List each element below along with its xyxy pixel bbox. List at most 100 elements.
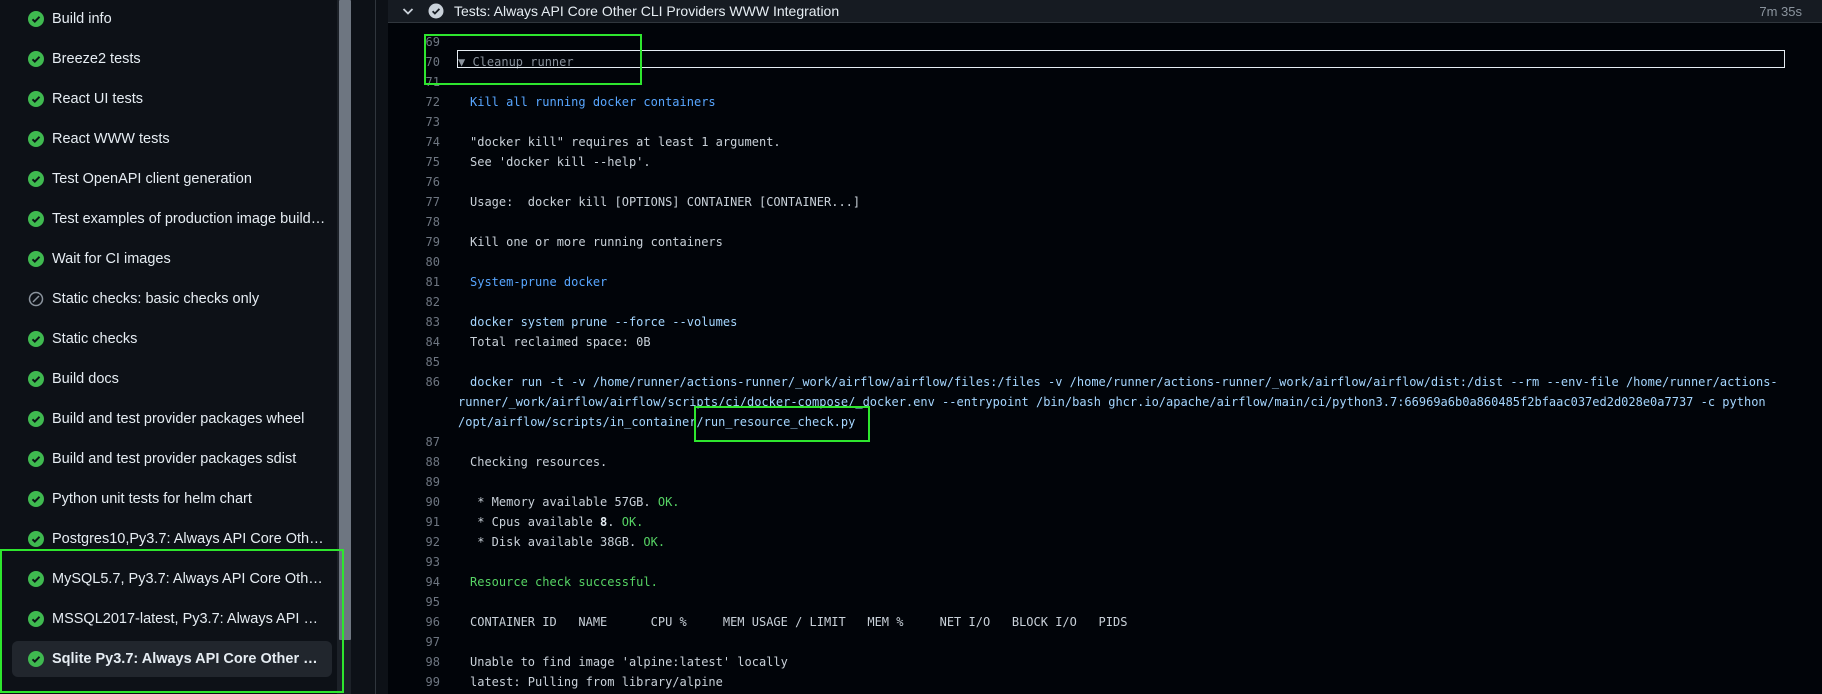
line-number[interactable]: 83: [388, 312, 440, 332]
sidebar-item-label: React UI tests: [52, 91, 144, 107]
sidebar-item-job[interactable]: React UI tests: [12, 81, 332, 117]
sidebar-item-job[interactable]: MSSQL2017-latest, Py3.7: Always API Core…: [12, 601, 332, 637]
line-number[interactable]: 88: [388, 452, 440, 472]
sidebar-item-job[interactable]: Python unit tests for helm chart: [12, 481, 332, 517]
log-text: Kill one or more running containers: [470, 235, 723, 249]
line-number[interactable]: 96: [388, 612, 440, 632]
log-line: 95: [388, 592, 1822, 612]
sidebar-scroll-thumb[interactable]: [339, 0, 351, 640]
check-circle-icon: [28, 11, 44, 27]
line-number[interactable]: 92: [388, 532, 440, 552]
line-number[interactable]: 69: [388, 32, 440, 52]
log-line: 83 docker system prune --force --volumes: [388, 312, 1822, 332]
line-number[interactable]: 86: [388, 372, 440, 392]
step-title: Tests: Always API Core Other CLI Provide…: [454, 3, 840, 19]
line-number[interactable]: 89: [388, 472, 440, 492]
log-text: Unable to find image 'alpine:latest' loc…: [470, 655, 788, 669]
check-circle-icon: [428, 3, 444, 19]
line-number[interactable]: 76: [388, 172, 440, 192]
check-circle-icon: [28, 91, 44, 107]
line-number[interactable]: 80: [388, 252, 440, 272]
sidebar-item-job[interactable]: Test examples of production image buildi…: [12, 201, 332, 237]
sidebar-item-job[interactable]: Wait for CI images: [12, 241, 332, 277]
line-number[interactable]: 94: [388, 572, 440, 592]
sidebar-item-job[interactable]: Static checks: basic checks only: [12, 281, 332, 317]
line-number[interactable]: 87: [388, 432, 440, 452]
sidebar-item-job[interactable]: Build info: [12, 1, 332, 37]
cleanup-runner-group-outline: [457, 50, 1785, 68]
line-number[interactable]: 73: [388, 112, 440, 132]
log-line: 80: [388, 252, 1822, 272]
sidebar-item-job[interactable]: Build docs: [12, 361, 332, 397]
line-number[interactable]: 84: [388, 332, 440, 352]
sidebar-item-job[interactable]: Static checks: [12, 321, 332, 357]
log-line: 84 Total reclaimed space: 0B: [388, 332, 1822, 352]
log-line: 78: [388, 212, 1822, 232]
line-number[interactable]: 98: [388, 652, 440, 672]
sidebar-item-job[interactable]: Sqlite Py3.7: Always API Core Other CLI …: [12, 641, 332, 677]
check-circle-icon: [28, 371, 44, 387]
log-line: 71: [388, 72, 1822, 92]
log-line: 90 * Memory available 57GB. OK.: [388, 492, 1822, 512]
log-text: "docker kill" requires at least 1 argume…: [470, 135, 781, 149]
log-ok-status: OK.: [621, 515, 644, 529]
log-text: Usage: docker kill [OPTIONS] CONTAINER […: [470, 195, 861, 209]
line-number[interactable]: 82: [388, 292, 440, 312]
line-number[interactable]: 93: [388, 552, 440, 572]
log-line: 86 docker run -t -v /home/runner/actions-…: [388, 372, 1822, 392]
log-line: 69: [388, 32, 1822, 52]
line-number[interactable]: 90: [388, 492, 440, 512]
line-number[interactable]: 74: [388, 132, 440, 152]
sidebar-item-label: Wait for CI images: [52, 251, 171, 267]
log-line: 85: [388, 352, 1822, 372]
line-number[interactable]: 91: [388, 512, 440, 532]
log-ok-status: OK.: [657, 495, 680, 509]
sidebar-item-label: Static checks: basic checks only: [52, 291, 260, 307]
check-circle-icon: [28, 211, 44, 227]
sidebar-item-job[interactable]: React WWW tests: [12, 121, 332, 157]
line-number[interactable]: 77: [388, 192, 440, 212]
log-text: Resource check successful.: [470, 575, 658, 589]
line-number[interactable]: 70: [388, 52, 440, 72]
line-number[interactable]: 85: [388, 352, 440, 372]
log-text: docker run -t -v /home/runner/actions-ru…: [470, 375, 1778, 389]
log-text: Total reclaimed space: 0B: [470, 335, 651, 349]
log-line: runner/_work/airflow/airflow/scripts/ci/…: [388, 392, 1822, 412]
chevron-down-icon[interactable]: [400, 3, 416, 19]
sidebar-item-job[interactable]: Build and test provider packages wheel: [12, 401, 332, 437]
log-line: 94 Resource check successful.: [388, 572, 1822, 592]
log-text: runner/_work/airflow/airflow/scripts/ci/…: [458, 395, 1766, 409]
sidebar-item-job[interactable]: MySQL5.7, Py3.7: Always API Core Other C…: [12, 561, 332, 597]
line-number[interactable]: 71: [388, 72, 440, 92]
log-text: * Disk available 38GB. OK.: [470, 532, 665, 552]
log-line: 72 Kill all running docker containers: [388, 92, 1822, 112]
check-circle-icon: [28, 451, 44, 467]
line-number[interactable]: 97: [388, 632, 440, 652]
log-line: 89: [388, 472, 1822, 492]
line-number[interactable]: 78: [388, 212, 440, 232]
step-header[interactable]: Tests: Always API Core Other CLI Provide…: [388, 0, 1822, 23]
check-circle-icon: [28, 571, 44, 587]
check-circle-icon: [28, 51, 44, 67]
line-number[interactable]: 99: [388, 672, 440, 692]
check-circle-icon: [28, 131, 44, 147]
sidebar-item-job[interactable]: Breeze2 tests: [12, 41, 332, 77]
sidebar-item-job[interactable]: Postgres10,Py3.7: Always API Core Other …: [12, 521, 332, 557]
line-number[interactable]: 75: [388, 152, 440, 172]
skipped-icon: [28, 291, 44, 307]
jobs-sidebar: Build info Breeze2 tests React UI tests Rea…: [0, 0, 339, 694]
line-number[interactable]: 79: [388, 232, 440, 252]
line-number[interactable]: 72: [388, 92, 440, 112]
log-line: 88 Checking resources.: [388, 452, 1822, 472]
log-line: /opt/airflow/scripts/in_container/run_re…: [388, 412, 1822, 432]
check-circle-icon: [28, 491, 44, 507]
check-circle-icon: [28, 171, 44, 187]
line-number[interactable]: 95: [388, 592, 440, 612]
sidebar-item-job[interactable]: Build and test provider packages sdist: [12, 441, 332, 477]
line-number[interactable]: 81: [388, 272, 440, 292]
log-line: 92 * Disk available 38GB. OK.: [388, 532, 1822, 552]
sidebar-item-label: Postgres10,Py3.7: Always API Core Other …: [52, 531, 326, 547]
sidebar-item-job[interactable]: Test OpenAPI client generation: [12, 161, 332, 197]
log-text-part: * Cpus available: [470, 515, 601, 529]
log-text-part: * Disk available 38GB.: [470, 535, 644, 549]
